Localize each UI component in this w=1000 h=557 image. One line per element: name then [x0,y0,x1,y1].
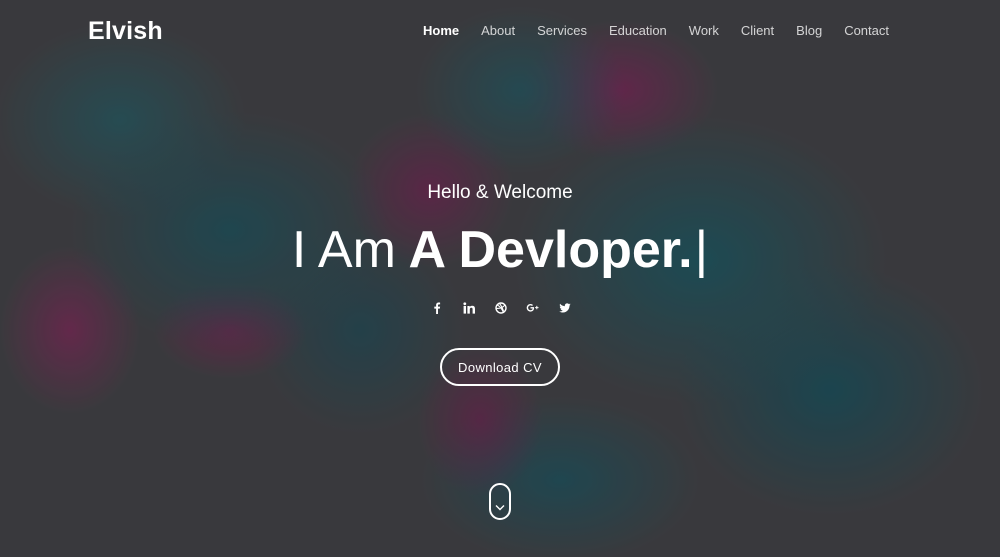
hero-headline: I Am A Devloper.| [0,220,1000,280]
scroll-down-button[interactable] [489,483,511,520]
headline-highlight: A Devloper. [408,221,693,279]
dribbble-icon[interactable] [485,298,517,318]
hero-content: Hello & Welcome I Am A Devloper.| Downlo… [0,0,1000,557]
google-plus-icon[interactable] [517,298,549,318]
social-links [421,298,581,318]
headline-prefix: I Am [291,221,396,279]
twitter-icon[interactable] [549,298,581,318]
typing-cursor: | [694,221,709,279]
hero-greeting: Hello & Welcome [427,182,573,203]
chevron-down-icon [495,505,505,511]
linkedin-icon[interactable] [453,298,485,318]
download-cv-button[interactable]: Download CV [440,348,560,386]
facebook-icon[interactable] [421,298,453,318]
